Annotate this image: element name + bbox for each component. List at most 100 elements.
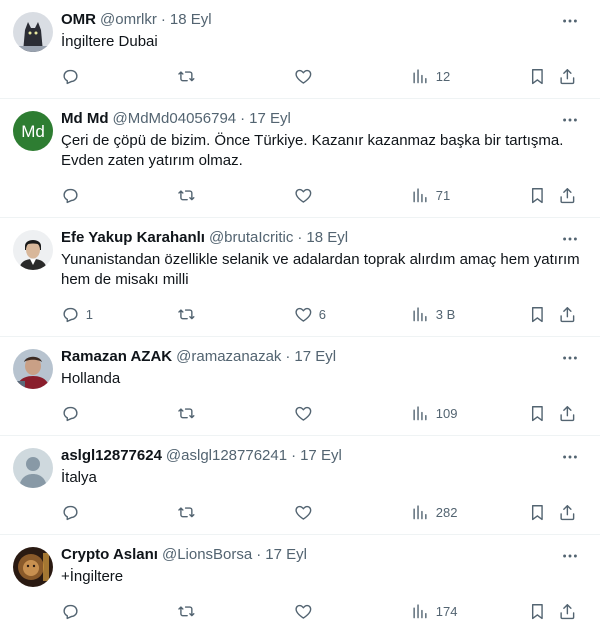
tweet[interactable]: OMR @omrlkr · 18 Eyl İngiltere Dubai 12 [0,0,600,99]
reply-button[interactable] [61,185,86,205]
views-button[interactable]: 3 B [411,304,455,324]
avatar[interactable] [13,547,53,587]
display-name[interactable]: Crypto Aslanı [61,545,158,565]
share-icon [560,187,575,203]
bookmark-button[interactable] [528,601,547,621]
bookmark-button[interactable] [528,304,547,324]
reply-button[interactable] [61,403,86,423]
view-count: 174 [435,603,458,619]
bookmark-button[interactable] [528,403,547,423]
avatar[interactable] [13,12,53,52]
reply-button[interactable] [61,502,86,522]
tweet[interactable]: aslgl12877624 @aslgl128776241 · 17 Eyl İ… [0,436,600,535]
views-button[interactable]: 109 [411,403,457,423]
views-button[interactable]: 12 [411,66,450,86]
display-name[interactable]: Md Md [61,109,108,129]
share-button[interactable] [558,502,577,522]
bookmark-button[interactable] [528,502,547,522]
timestamp[interactable]: 17 Eyl [249,109,291,129]
like-button[interactable] [294,601,319,621]
retweet-button[interactable] [177,185,202,205]
bookmark-button[interactable] [528,185,547,205]
tweet-actions: 282 [61,502,580,522]
tweet[interactable]: Md Md Md @MdMd04056794 · 17 Eyl Çeri de … [0,99,600,218]
retweet-button[interactable] [177,502,202,522]
like-button[interactable] [294,185,319,205]
reply-button[interactable]: 1 [61,304,93,324]
bookmark-button[interactable] [528,66,547,86]
retweet-icon [178,408,195,418]
tweet[interactable]: Ramazan AZAK @ramazanazak · 17 Eyl Holla… [0,337,600,436]
tweet-text: Çeri de çöpü de bizim. Önce Türkiye. Kaz… [61,132,564,169]
more-options-button[interactable] [560,110,580,130]
heart-icon [295,604,312,619]
retweet-button[interactable] [177,403,202,423]
reply-button[interactable] [61,601,86,621]
display-name[interactable]: aslgl12877624 [61,446,162,466]
user-handle[interactable]: @brutaIcritic [209,228,293,248]
share-button[interactable] [558,66,577,86]
share-button[interactable] [558,403,577,423]
tweet-text: Yunanistandan özellikle selanik ve adala… [61,251,580,288]
bookmark-icon [531,603,543,619]
reply-feed: OMR @omrlkr · 18 Eyl İngiltere Dubai 12 … [0,0,600,635]
tweet-header: Md Md @MdMd04056794 · 17 Eyl [61,109,586,129]
display-name[interactable]: Efe Yakup Karahanlı [61,228,205,248]
views-button[interactable]: 174 [411,601,457,621]
retweet-icon [178,507,195,517]
avatar[interactable] [13,230,53,270]
like-button[interactable] [294,66,319,86]
like-button[interactable]: 6 [294,304,326,324]
reply-button[interactable] [61,66,86,86]
heart-icon [295,307,312,322]
more-options-button[interactable] [560,11,580,31]
user-handle[interactable]: @LionsBorsa [162,545,252,565]
tweet[interactable]: Crypto Aslanı @LionsBorsa · 17 Eyl +İngi… [0,535,600,635]
tweet-text: İngiltere Dubai [61,33,158,50]
view-count: 3 B [435,306,456,322]
heart-icon [295,188,312,203]
display-name[interactable]: OMR [61,10,96,30]
bookmark-icon [531,405,543,421]
tweet-actions: 12 [61,66,580,86]
like-count: 6 [318,306,326,322]
user-handle[interactable]: @ramazanazak [176,347,281,367]
like-button[interactable] [294,403,319,423]
tweet-actions: 71 [61,185,580,205]
heart-icon [295,69,312,84]
timestamp[interactable]: 18 Eyl [306,228,348,248]
share-button[interactable] [558,601,577,621]
avatar[interactable] [13,349,53,389]
more-options-button[interactable] [560,447,580,467]
timestamp[interactable]: 17 Eyl [300,446,342,466]
timestamp[interactable]: 17 Eyl [294,347,336,367]
display-name[interactable]: Ramazan AZAK [61,347,172,367]
views-button[interactable]: 282 [411,502,457,522]
user-handle[interactable]: @aslgl128776241 [166,446,287,466]
heart-icon [295,406,312,421]
views-button[interactable]: 71 [411,185,450,205]
share-button[interactable] [558,304,577,324]
user-handle[interactable]: @omrlkr [100,10,157,30]
avatar[interactable] [13,448,53,488]
share-button[interactable] [558,185,577,205]
share-icon [560,405,575,421]
retweet-button[interactable] [177,601,202,621]
avatar[interactable]: Md [13,111,53,151]
more-options-button[interactable] [560,348,580,368]
timestamp[interactable]: 18 Eyl [170,10,212,30]
tweet-actions: 174 [61,601,580,621]
reply-icon [63,505,78,520]
views-chart-icon [413,307,427,321]
retweet-button[interactable] [177,304,202,324]
share-icon [560,504,575,520]
like-button[interactable] [294,502,319,522]
user-handle[interactable]: @MdMd04056794 [112,109,236,129]
retweet-button[interactable] [177,66,202,86]
more-options-button[interactable] [560,229,580,249]
timestamp[interactable]: 17 Eyl [265,545,307,565]
separator-dot: · [285,348,291,365]
more-options-button[interactable] [560,546,580,566]
tweet[interactable]: Efe Yakup Karahanlı @brutaIcritic · 18 E… [0,218,600,337]
tweet-header: OMR @omrlkr · 18 Eyl [61,10,586,30]
